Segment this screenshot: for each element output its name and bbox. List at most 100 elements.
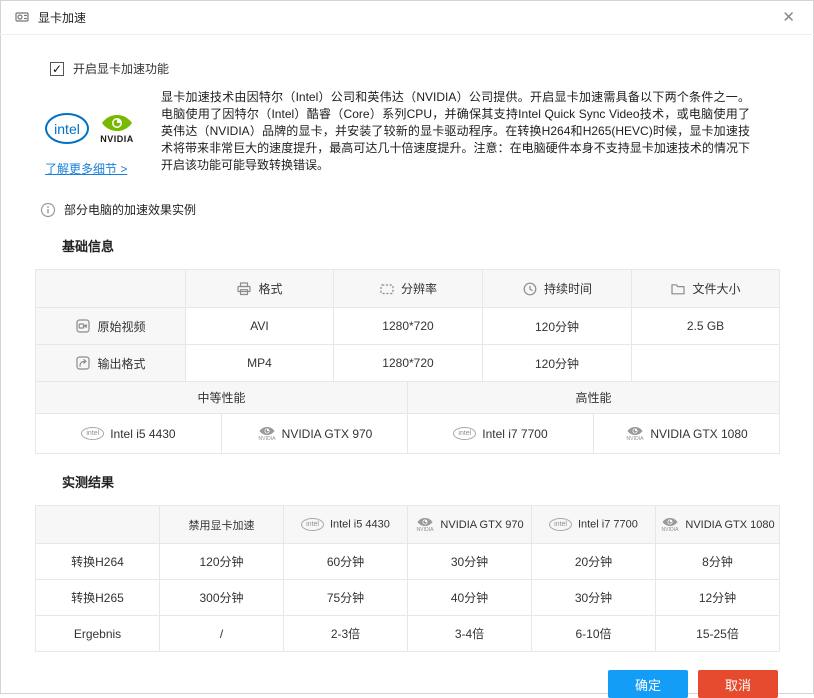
window-title: 显卡加速	[38, 10, 87, 25]
row-label: 转换H264	[35, 543, 160, 580]
cell: 12分钟	[655, 579, 780, 616]
enable-gpu-checkbox[interactable]: ✓	[50, 61, 64, 76]
gpu-cell: intel Intel i7 7700	[407, 413, 595, 454]
column-header-no-accel: 禁用显卡加速	[159, 505, 284, 544]
row-label: 输出格式	[97, 356, 146, 371]
nvidia-eye-icon	[102, 115, 132, 131]
cell: 120分钟	[482, 307, 632, 345]
column-header-gpu: NVIDIA NVIDIA GTX 1080	[655, 505, 780, 544]
cell: 30分钟	[531, 579, 656, 616]
column-header-gpu: intel Intel i7 7700	[531, 505, 656, 544]
results-title: 实测结果	[62, 475, 115, 490]
cell: 15-25倍	[655, 615, 780, 652]
video-camera-icon	[76, 319, 91, 333]
basic-info-title: 基础信息	[62, 239, 115, 254]
column-header-label: 持续时间	[543, 282, 592, 296]
nvidia-icon: NVIDIA	[257, 426, 277, 442]
titlebar: 显卡加速 ✕	[0, 0, 814, 35]
intel-logo: intel	[45, 113, 89, 144]
gpu-label: Intel i5 4430	[110, 426, 176, 441]
export-arrow-icon	[76, 356, 91, 370]
cell: 40分钟	[407, 579, 532, 616]
brand-logos: intel NVIDIA	[45, 113, 161, 144]
cell: MP4	[185, 344, 334, 382]
row-label-cell: 原始视频	[35, 307, 186, 345]
column-header-resolution: 分辨率	[333, 269, 483, 308]
performance-group-row: 中等性能 高性能	[34, 381, 781, 414]
cell: 75分钟	[283, 579, 408, 616]
gpu-cell: NVIDIA NVIDIA GTX 1080	[593, 413, 781, 454]
table-row-original-video: 原始视频 AVI 1280*720 120分钟 2.5 GB	[35, 307, 780, 345]
cell: 60分钟	[283, 543, 408, 580]
gpu-label: NVIDIA GTX 970	[281, 426, 373, 441]
table-row-h264: 转换H264 120分钟 60分钟 30分钟 20分钟 8分钟	[35, 543, 780, 580]
column-header-duration: 持续时间	[482, 269, 632, 308]
results-header-row: 禁用显卡加速 intel Intel i5 4430 NVIDIA NVIDIA …	[35, 505, 780, 544]
info-icon	[40, 202, 56, 217]
cell: 8分钟	[655, 543, 780, 580]
example-header-row: 部分电脑的加速效果实例	[40, 201, 814, 218]
intel-icon: intel	[301, 518, 324, 531]
column-header-gpu: NVIDIA NVIDIA GTX 970	[407, 505, 532, 544]
resolution-icon	[380, 283, 394, 294]
empty-header-cell	[35, 269, 186, 308]
gpu-app-icon	[14, 9, 30, 25]
intel-icon: intel	[81, 427, 105, 441]
table-row-ergebnis: Ergebnis / 2-3倍 3-4倍 6-10倍 15-25倍	[35, 615, 780, 652]
cell: 30分钟	[407, 543, 532, 580]
column-header-label: 文件大小	[692, 282, 741, 296]
gpu-cell: intel Intel i5 4430	[35, 413, 222, 454]
nvidia-icon: NVIDIA	[660, 517, 680, 533]
row-label-cell: 输出格式	[35, 344, 186, 382]
basic-info-header-row: 格式 分辨率 持续时间 文件大小	[35, 269, 780, 308]
cell: 120分钟	[482, 344, 632, 382]
cell	[631, 344, 780, 382]
empty-header-cell	[35, 505, 160, 544]
cell: 20分钟	[531, 543, 656, 580]
gpu-acceleration-dialog: { "window": { "title": "显卡加速", "close_gl…	[0, 0, 814, 698]
nvidia-icon: NVIDIA	[415, 517, 435, 533]
column-header-label: 分辨率	[400, 282, 437, 296]
performance-group-medium: 中等性能	[34, 381, 409, 414]
cell: 2-3倍	[283, 615, 408, 652]
table-row-h265: 转换H265 300分钟 75分钟 40分钟 30分钟 12分钟	[35, 579, 780, 616]
intel-logo-text: intel	[54, 120, 80, 137]
gpu-label: Intel i7 7700	[482, 426, 548, 441]
enable-gpu-row: ✓ 开启显卡加速功能	[50, 60, 814, 77]
cell: 2.5 GB	[631, 307, 780, 345]
description-text: 显卡加速技术由因特尔（Intel）公司和英伟达（NVIDIA）公司提供。开启显卡…	[161, 90, 750, 172]
gpu-row: intel Intel i5 4430 NVIDIA NVIDIA GTX 970…	[35, 413, 781, 454]
cell: AVI	[185, 307, 334, 345]
column-header-gpu: intel Intel i5 4430	[283, 505, 408, 544]
example-header-text: 部分电脑的加速效果实例	[64, 203, 197, 217]
nvidia-icon: NVIDIA	[625, 426, 645, 442]
row-label: Ergebnis	[35, 615, 160, 652]
column-header-format: 格式	[185, 269, 334, 308]
close-icon[interactable]: ✕	[777, 8, 800, 27]
row-label: 原始视频	[97, 319, 146, 334]
table-row-output-format: 输出格式 MP4 1280*720 120分钟	[35, 344, 780, 382]
cell: 1280*720	[333, 307, 483, 345]
column-header-label: 格式	[258, 282, 283, 296]
cell: 1280*720	[333, 344, 483, 382]
cell: /	[159, 615, 284, 652]
intel-icon: intel	[549, 518, 572, 531]
row-label: 转换H265	[35, 579, 160, 616]
enable-gpu-label: 开启显卡加速功能	[73, 62, 170, 76]
intro-section: intel NVIDIA 了解更多细节 > 显卡加速技术由因特尔（Intel）公…	[45, 89, 750, 177]
format-icon	[237, 281, 252, 295]
cell: 120分钟	[159, 543, 284, 580]
column-header-label: Intel i5 4430	[329, 518, 390, 531]
cell: 300分钟	[159, 579, 284, 616]
cell: 6-10倍	[531, 615, 656, 652]
basic-info-table: 格式 分辨率 持续时间 文件大小 原始视频 AVI 1280*720 120分钟…	[35, 269, 780, 382]
column-header-filesize: 文件大小	[631, 269, 780, 308]
gpu-label: NVIDIA GTX 1080	[650, 426, 748, 441]
cell: 3-4倍	[407, 615, 532, 652]
column-header-label: Intel i7 7700	[577, 518, 638, 531]
learn-more-link[interactable]: 了解更多细节 >	[45, 160, 161, 177]
gpu-cell: NVIDIA NVIDIA GTX 970	[220, 413, 409, 454]
column-header-label: NVIDIA GTX 1080	[685, 518, 775, 531]
logo-column: intel NVIDIA 了解更多细节 >	[45, 89, 161, 177]
nvidia-logo: NVIDIA	[100, 113, 134, 144]
